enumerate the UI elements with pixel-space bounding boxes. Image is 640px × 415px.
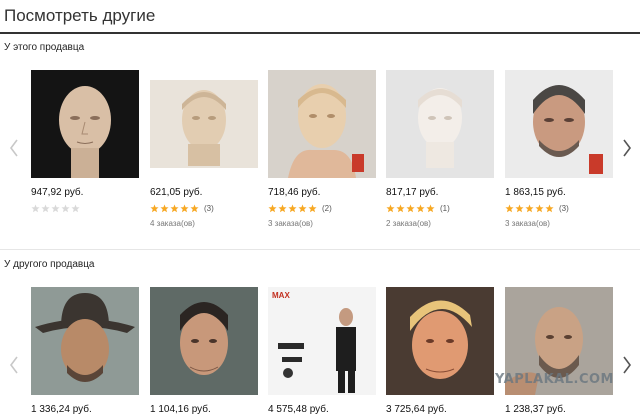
- review-count: (3): [204, 203, 214, 213]
- handheld-head-sculpt-photo: [268, 70, 376, 178]
- star-icon: [268, 203, 277, 212]
- product-price: 621,05 руб.: [150, 187, 203, 198]
- star-icon: [288, 203, 297, 212]
- white-head-sculpt-photo: [386, 70, 494, 178]
- product-thumbnail[interactable]: [386, 70, 494, 178]
- unpainted-head-sculpt-photo: [150, 70, 258, 178]
- rating-stars: [386, 203, 436, 213]
- star-icon: [308, 203, 317, 212]
- carousel-next-arrow[interactable]: [621, 355, 633, 375]
- star-icon: [525, 203, 534, 212]
- star-icon: [150, 203, 159, 212]
- carousel-next-arrow[interactable]: [621, 138, 633, 158]
- product-thumbnail[interactable]: MAX: [268, 287, 376, 395]
- star-icon: [61, 203, 70, 212]
- review-count: (2): [322, 203, 332, 213]
- star-icon: [31, 203, 40, 212]
- product-price: 817,17 руб.: [386, 187, 439, 198]
- carousel-prev-arrow[interactable]: [8, 138, 20, 158]
- star-icon: [406, 203, 415, 212]
- star-icon: [170, 203, 179, 212]
- product-price: 718,46 руб.: [268, 187, 321, 198]
- product-thumbnail[interactable]: [150, 287, 258, 395]
- star-icon: [426, 203, 435, 212]
- star-icon: [298, 203, 307, 212]
- rating-stars: [150, 203, 200, 213]
- star-icon: [71, 203, 80, 212]
- product-thumbnail[interactable]: [505, 70, 613, 178]
- page-title: Посмотреть другие: [4, 6, 156, 25]
- product-thumbnail[interactable]: [268, 70, 376, 178]
- product-rating: [31, 203, 85, 213]
- carousel-this-seller: 947,92 руб. 621,05 руб. (3) 4 заказа(ов): [0, 70, 640, 230]
- bald-head-sculpt-photo: [31, 70, 139, 178]
- product-rating: (1): [386, 203, 450, 213]
- product-rating: (2): [268, 203, 332, 213]
- product-price: 947,92 руб.: [31, 187, 84, 198]
- rating-stars: [31, 203, 81, 213]
- product-rating: (3): [150, 203, 214, 213]
- star-icon: [535, 203, 544, 212]
- order-count: 3 заказа(ов): [505, 219, 550, 228]
- product-thumbnail[interactable]: [31, 287, 139, 395]
- star-icon: [278, 203, 287, 212]
- star-icon: [515, 203, 524, 212]
- star-icon: [386, 203, 395, 212]
- svg-text:MAX: MAX: [272, 291, 290, 300]
- rating-stars: [268, 203, 318, 213]
- rating-stars: [505, 203, 555, 213]
- star-icon: [545, 203, 554, 212]
- product-price: 1 104,16 руб.: [150, 404, 211, 415]
- product-thumbnail[interactable]: [150, 70, 258, 178]
- star-icon: [190, 203, 199, 212]
- chevron-left-icon: [10, 139, 18, 157]
- product-thumbnail[interactable]: [386, 287, 494, 395]
- section-label-this-seller: У этого продавца: [4, 42, 85, 53]
- action-figure-set-photo: MAX: [268, 287, 376, 395]
- star-icon: [41, 203, 50, 212]
- star-icon: [396, 203, 405, 212]
- star-icon: [416, 203, 425, 212]
- product-rating: (3): [505, 203, 569, 213]
- carousel-prev-arrow[interactable]: [8, 355, 20, 375]
- section-label-other-seller: У другого продавца: [4, 259, 95, 270]
- star-icon: [505, 203, 514, 212]
- star-icon: [160, 203, 169, 212]
- product-price: 4 575,48 руб.: [268, 404, 329, 415]
- chevron-left-icon: [10, 356, 18, 374]
- order-count: 2 заказа(ов): [386, 219, 431, 228]
- product-price: 1 238,37 руб.: [505, 404, 566, 415]
- section-divider: [0, 249, 640, 250]
- carousel-other-seller: 1 336,24 руб. 1 104,16 руб. MAX 4 575,48…: [0, 287, 640, 415]
- cowboy-head-sculpt-photo: [31, 287, 139, 395]
- product-price: 1 863,15 руб.: [505, 187, 566, 198]
- dark-hair-head-sculpt-photo: [150, 287, 258, 395]
- painted-head-sculpt-photo: [505, 70, 613, 178]
- blond-politician-head-photo: [386, 287, 494, 395]
- product-price: 3 725,64 руб.: [386, 404, 447, 415]
- review-count: (3): [559, 203, 569, 213]
- star-icon: [51, 203, 60, 212]
- chevron-right-icon: [623, 139, 631, 157]
- product-price: 1 336,24 руб.: [31, 404, 92, 415]
- product-thumbnail[interactable]: [31, 70, 139, 178]
- star-icon: [180, 203, 189, 212]
- site-watermark: YAPLAKAL.COM: [495, 372, 614, 387]
- chevron-right-icon: [623, 356, 631, 374]
- title-underline: [0, 32, 640, 34]
- order-count: 4 заказа(ов): [150, 219, 195, 228]
- review-count: (1): [440, 203, 450, 213]
- order-count: 3 заказа(ов): [268, 219, 313, 228]
